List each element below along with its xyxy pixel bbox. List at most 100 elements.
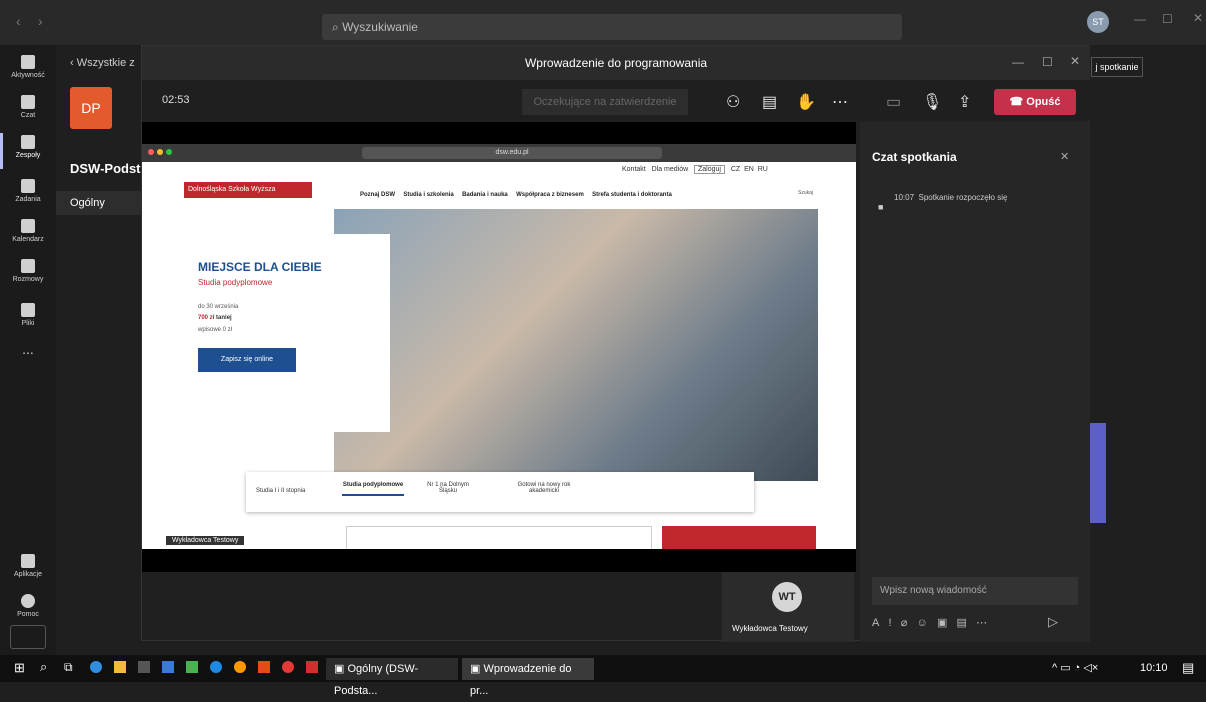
rail-calls[interactable]: Rozmowy [0, 253, 56, 297]
meeting-close-icon[interactable]: ✕ [1070, 54, 1080, 68]
device-button[interactable] [10, 625, 46, 649]
teams-icon [21, 135, 35, 149]
notifications-icon[interactable]: ▤ [1182, 660, 1194, 676]
app-rail: Aktywność Czat Zespoły Zadania Kalendarz… [0, 45, 56, 655]
traffic-light-icon [148, 149, 154, 155]
rail-teams[interactable]: Zespoły [0, 129, 56, 173]
pending-approval-button[interactable]: Oczekujące na zatwierdzenie [522, 89, 688, 115]
meeting-toolbar: 02:53 Oczekujące na zatwierdzenie ⚇ ▤ ✋ … [142, 80, 1090, 120]
leave-button[interactable]: ☎ Opuść [994, 89, 1076, 115]
shared-screen: dsw.edu.pl Kontakt Dla mediów Zaloguj CZ… [142, 122, 856, 572]
join-meeting-button[interactable]: j spotkanie [1091, 57, 1143, 77]
meeting-title: Wprowadzenie do programowania [142, 46, 1090, 80]
chat-icon[interactable]: ▤ [762, 92, 777, 112]
help-icon [21, 594, 35, 608]
meeting-chat-panel: Czat spotkania ✕ ■ 10:07 Spotkanie rozpo… [860, 122, 1090, 642]
teams-panel: ‹ Wszystkie z DP DSW-Podst Ogólny [56, 45, 142, 655]
meeting-window: Wprowadzenie do programowania — ☐ ✕ 02:5… [141, 45, 1090, 642]
chat-input[interactable]: Wpisz nową wiadomość [872, 577, 1078, 605]
task-view-icon[interactable]: ⧉ [64, 660, 73, 675]
meeting-card-accent [1089, 423, 1106, 523]
emoji-icon[interactable]: ☺ [917, 617, 928, 629]
channel-general[interactable]: Ogólny [56, 191, 142, 215]
opera-icon[interactable] [282, 661, 294, 673]
chat-compose-toolbar: A ! ⌀ ☺ ▣ ▤ ⋯ [872, 616, 987, 629]
rail-activity[interactable]: Aktywność [0, 49, 56, 93]
send-icon[interactable]: ▷ [1048, 614, 1058, 630]
minimize-icon[interactable]: — [1134, 12, 1146, 26]
attach-icon[interactable]: ⌀ [901, 617, 908, 629]
app-icon[interactable] [210, 661, 222, 673]
meeting-maximize-icon[interactable]: ☐ [1042, 55, 1053, 69]
participants-icon[interactable]: ⚇ [726, 92, 740, 112]
clock[interactable]: 10:10 [1140, 662, 1168, 674]
rail-assignments[interactable]: Zadania [0, 173, 56, 217]
calendar-icon [21, 219, 35, 233]
site-top-links: Kontakt Dla mediów Zaloguj CZ EN RU [622, 165, 768, 174]
site-white-block [346, 526, 652, 549]
site-red-block [662, 526, 816, 549]
chat-close-icon[interactable]: ✕ [1060, 150, 1069, 163]
channel-header-area: j spotkanie [1089, 45, 1206, 655]
app-icon[interactable] [306, 661, 318, 673]
store-icon[interactable] [138, 661, 150, 673]
hero-photo [334, 209, 818, 481]
chat-icon [21, 95, 35, 109]
hero-signup-button: Zapisz się online [198, 348, 296, 372]
site-nav: Poznaj DSW Studia i szkolenia Badania i … [360, 192, 672, 198]
browser-toolbar: dsw.edu.pl [142, 144, 856, 162]
shield-icon[interactable] [186, 661, 198, 673]
os-taskbar: ⊞ ⌕ ⧉ ▣ Ogólny (DSW-Podsta... ▣ Wprowadz… [0, 655, 1206, 697]
rail-apps[interactable]: Aplikacje [0, 548, 56, 592]
team-name: DSW-Podst [70, 161, 141, 176]
avatar[interactable]: ST [1087, 11, 1109, 33]
shared-browser: dsw.edu.pl Kontakt Dla mediów Zaloguj CZ… [142, 144, 856, 549]
raise-hand-icon[interactable]: ✋ [796, 92, 816, 112]
taskbar-teams-channel[interactable]: ▣ Ogólny (DSW-Podsta... [326, 658, 458, 697]
address-bar: dsw.edu.pl [362, 147, 662, 159]
teams-icon: ▣ [334, 663, 345, 675]
more-options-icon[interactable]: ⋯ [832, 92, 848, 112]
more-icon[interactable]: ⋯ [976, 617, 987, 629]
chrome-icon[interactable] [234, 661, 246, 673]
chat-title: Czat spotkania [872, 150, 957, 164]
windows-start-icon[interactable]: ⊞ [14, 660, 25, 676]
system-tray[interactable]: ^ ▭ ◔ ◁× [1052, 661, 1098, 674]
file-explorer-icon[interactable] [114, 661, 126, 673]
bell-icon [21, 55, 35, 69]
share-screen-icon[interactable]: ⇪ [958, 92, 971, 112]
hero-card: MIEJSCE DLA CIEBIE Studia podyplomowe do… [182, 234, 390, 432]
participant-name: Wykładowca Testowy [732, 624, 808, 633]
presenter-label: Wykładowca Testowy [166, 536, 245, 545]
office-icon[interactable] [258, 661, 270, 673]
back-arrow-icon[interactable]: ‹ [16, 13, 21, 29]
search-input[interactable]: ⌕ Wyszukiwanie [322, 14, 902, 40]
meeting-minimize-icon[interactable]: — [1012, 55, 1024, 69]
camera-off-icon[interactable]: ▭ [886, 92, 901, 112]
maximize-icon[interactable]: ☐ [1162, 12, 1173, 26]
forward-arrow-icon[interactable]: › [38, 13, 43, 29]
search-icon[interactable]: ⌕ [40, 659, 47, 675]
rail-more[interactable]: ... [0, 341, 56, 385]
participant-avatar: WT [772, 582, 802, 612]
rail-files[interactable]: Pliki [0, 297, 56, 341]
rail-chat[interactable]: Czat [0, 89, 56, 133]
site-tabs: Studia I i II stopnia Studia podyplomowe… [246, 472, 754, 512]
teams-icon: ▣ [470, 663, 481, 675]
taskbar-teams-meeting[interactable]: ▣ Wprowadzenie do pr... [462, 658, 594, 697]
phone-icon [21, 259, 35, 273]
back-to-teams-link[interactable]: ‹ Wszystkie z [70, 57, 135, 69]
assignments-icon [21, 179, 35, 193]
dsw-logo: Dolnośląska Szkoła Wyższa [184, 182, 312, 198]
mail-icon[interactable] [162, 661, 174, 673]
close-icon[interactable]: ✕ [1193, 11, 1203, 25]
mic-off-icon[interactable]: 🎙 [922, 92, 942, 112]
important-icon[interactable]: ! [889, 617, 892, 629]
edge-icon[interactable] [90, 661, 102, 673]
rail-calendar[interactable]: Kalendarz [0, 213, 56, 257]
app-title-bar: ‹ › ⌕ Wyszukiwanie ST — ☐ ✕ [0, 0, 1206, 45]
format-icon[interactable]: A [872, 617, 879, 629]
sticker-icon[interactable]: ▤ [957, 617, 967, 629]
gif-icon[interactable]: ▣ [937, 617, 947, 629]
file-icon [21, 303, 35, 317]
